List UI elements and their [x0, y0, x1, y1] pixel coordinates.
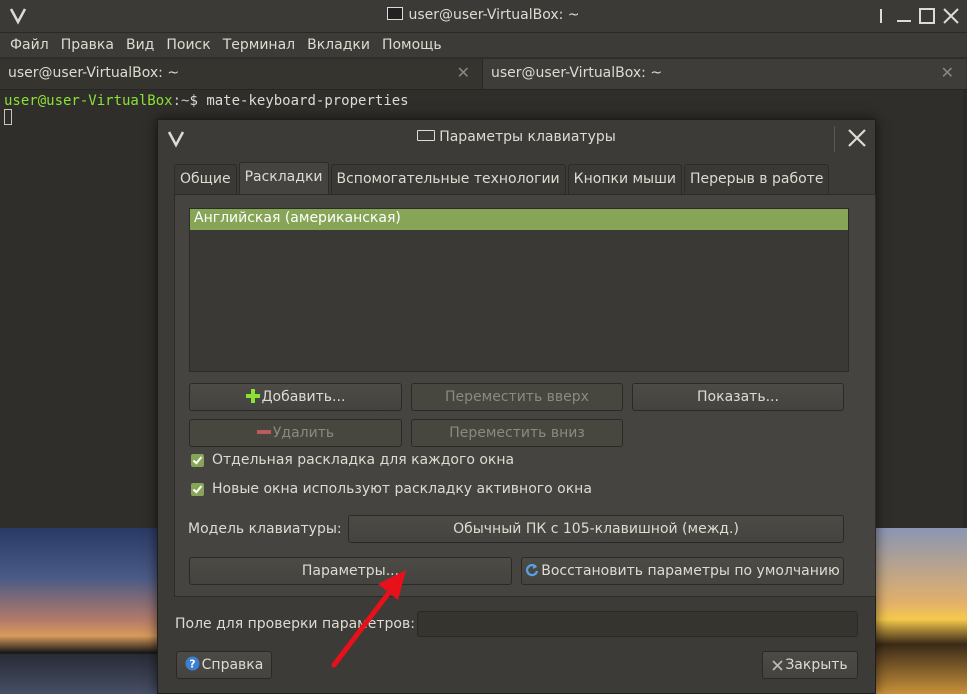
keyboard-model-button[interactable]: Обычный ПК с 105-клавишной (межд.)	[348, 515, 844, 543]
terminal-title: user@user-VirtualBox: ~	[0, 7, 967, 23]
separate-layout-checkbox[interactable]: Отдельная раскладка для каждого окна	[191, 451, 514, 469]
reset-defaults-label: Восстановить параметры по умолчанию	[541, 563, 840, 579]
close-label: Закрыть	[785, 657, 848, 673]
show-layout-button[interactable]: Показать...	[632, 383, 844, 411]
terminal-command: mate-keyboard-properties	[197, 93, 409, 109]
tab-accessibility[interactable]: Вспомогательные технологии	[330, 164, 566, 194]
terminal-titlebar[interactable]: user@user-VirtualBox: ~	[0, 0, 967, 33]
checkbox-checked-icon[interactable]	[191, 453, 204, 467]
close-icon[interactable]	[845, 126, 869, 150]
dialog-title-text: Параметры клавиатуры	[439, 129, 616, 145]
terminal-tab-label: user@user-VirtualBox: ~	[8, 65, 180, 81]
terminal-tab-label: user@user-VirtualBox: ~	[491, 65, 663, 81]
maximize-icon[interactable]	[917, 6, 937, 26]
tab-general[interactable]: Общие	[174, 164, 237, 194]
minimize-icon[interactable]	[871, 6, 891, 26]
terminal-scrollbar[interactable]	[963, 90, 967, 528]
prompt-symbol: $	[189, 93, 198, 109]
close-button-icon	[772, 660, 783, 671]
reset-defaults-button[interactable]: Восстановить параметры по умолчанию	[521, 557, 844, 585]
terminal-cursor	[4, 109, 12, 125]
layout-list-item[interactable]: Английская (американская)	[190, 209, 848, 230]
menu-file[interactable]: Файл	[4, 37, 55, 53]
svg-text:?: ?	[189, 658, 195, 671]
options-label: Параметры...	[301, 563, 400, 579]
tab-mouse-keys[interactable]: Кнопки мыши	[567, 164, 683, 194]
help-icon: ?	[185, 656, 200, 671]
menu-search[interactable]: Поиск	[160, 37, 216, 53]
add-label: Добавить...	[261, 389, 346, 405]
refresh-icon	[526, 564, 539, 577]
prompt-separator: :	[172, 93, 182, 109]
help-label: Справка	[201, 657, 264, 673]
move-down-label: Переместить вниз	[449, 425, 585, 441]
tab-close-icon[interactable]: ✕	[457, 63, 470, 82]
help-button[interactable]: ? Справка	[176, 651, 272, 679]
test-input[interactable]	[417, 611, 858, 637]
checkbox-checked-icon[interactable]	[191, 482, 204, 496]
prompt-user: user@user-VirtualBox	[4, 93, 173, 109]
terminal-title-text: user@user-VirtualBox: ~	[408, 7, 580, 23]
add-icon	[245, 389, 260, 403]
menu-terminal[interactable]: Терминал	[217, 37, 301, 53]
move-up-button[interactable]: Переместить вверх	[411, 383, 623, 411]
close-icon[interactable]	[941, 6, 961, 26]
titlebar-separator	[834, 126, 835, 152]
remove-icon	[256, 430, 271, 434]
terminal-tabbar: user@user-VirtualBox: ~ ✕ user@user-Virt…	[0, 59, 967, 90]
show-label: Показать...	[697, 389, 779, 405]
terminal-line: user@user-VirtualBox:~$ mate-keyboard-pr…	[4, 93, 963, 109]
keyboard-preferences-dialog: Параметры клавиатуры Общие Раскладки Всп…	[157, 119, 876, 694]
keyboard-icon	[417, 130, 436, 141]
layout-list[interactable]: Английская (американская)	[189, 208, 849, 372]
wallpaper-right-scene	[872, 528, 967, 694]
minimize-button-icon[interactable]	[894, 6, 914, 26]
options-button[interactable]: Параметры...	[189, 557, 512, 585]
tab-close-icon[interactable]: ✕	[941, 63, 954, 82]
new-windows-layout-label: Новые окна используют раскладку активног…	[212, 481, 592, 497]
tab-layouts[interactable]: Раскладки	[238, 162, 329, 194]
move-down-button[interactable]: Переместить вниз	[411, 419, 623, 447]
add-layout-button[interactable]: Добавить...	[189, 383, 402, 411]
close-button[interactable]: Закрыть	[762, 651, 858, 679]
dialog-title: Параметры клавиатуры	[158, 129, 875, 145]
layouts-panel: Английская (американская) Добавить... Пе…	[174, 194, 876, 597]
dialog-titlebar[interactable]: Параметры клавиатуры	[158, 120, 875, 156]
tab-strip: Общие Раскладки Вспомогательные технолог…	[174, 162, 831, 194]
menu-view[interactable]: Вид	[120, 37, 160, 53]
tab-typing-break[interactable]: Перерыв в работе	[684, 164, 830, 194]
keyboard-model-label: Модель клавиатуры:	[188, 521, 342, 537]
menu-help[interactable]: Помощь	[376, 37, 448, 53]
remove-layout-button[interactable]: Удалить	[189, 419, 402, 447]
remove-label: Удалить	[272, 425, 335, 441]
terminal-icon	[387, 7, 404, 20]
move-up-label: Переместить вверх	[445, 389, 589, 405]
test-field-label: Поле для проверки параметров:	[175, 616, 415, 632]
menu-tabs[interactable]: Вкладки	[301, 37, 376, 53]
keyboard-model-value: Обычный ПК с 105-клавишной (межд.)	[453, 521, 739, 537]
menu-edit[interactable]: Правка	[55, 37, 120, 53]
terminal-tab-1[interactable]: user@user-VirtualBox: ~ ✕	[0, 59, 483, 89]
terminal-menubar: Файл Правка Вид Поиск Терминал Вкладки П…	[0, 33, 967, 57]
terminal-tab-2[interactable]: user@user-VirtualBox: ~ ✕	[483, 59, 966, 89]
new-windows-layout-checkbox[interactable]: Новые окна используют раскладку активног…	[191, 480, 592, 498]
separate-layout-label: Отдельная раскладка для каждого окна	[212, 452, 515, 468]
